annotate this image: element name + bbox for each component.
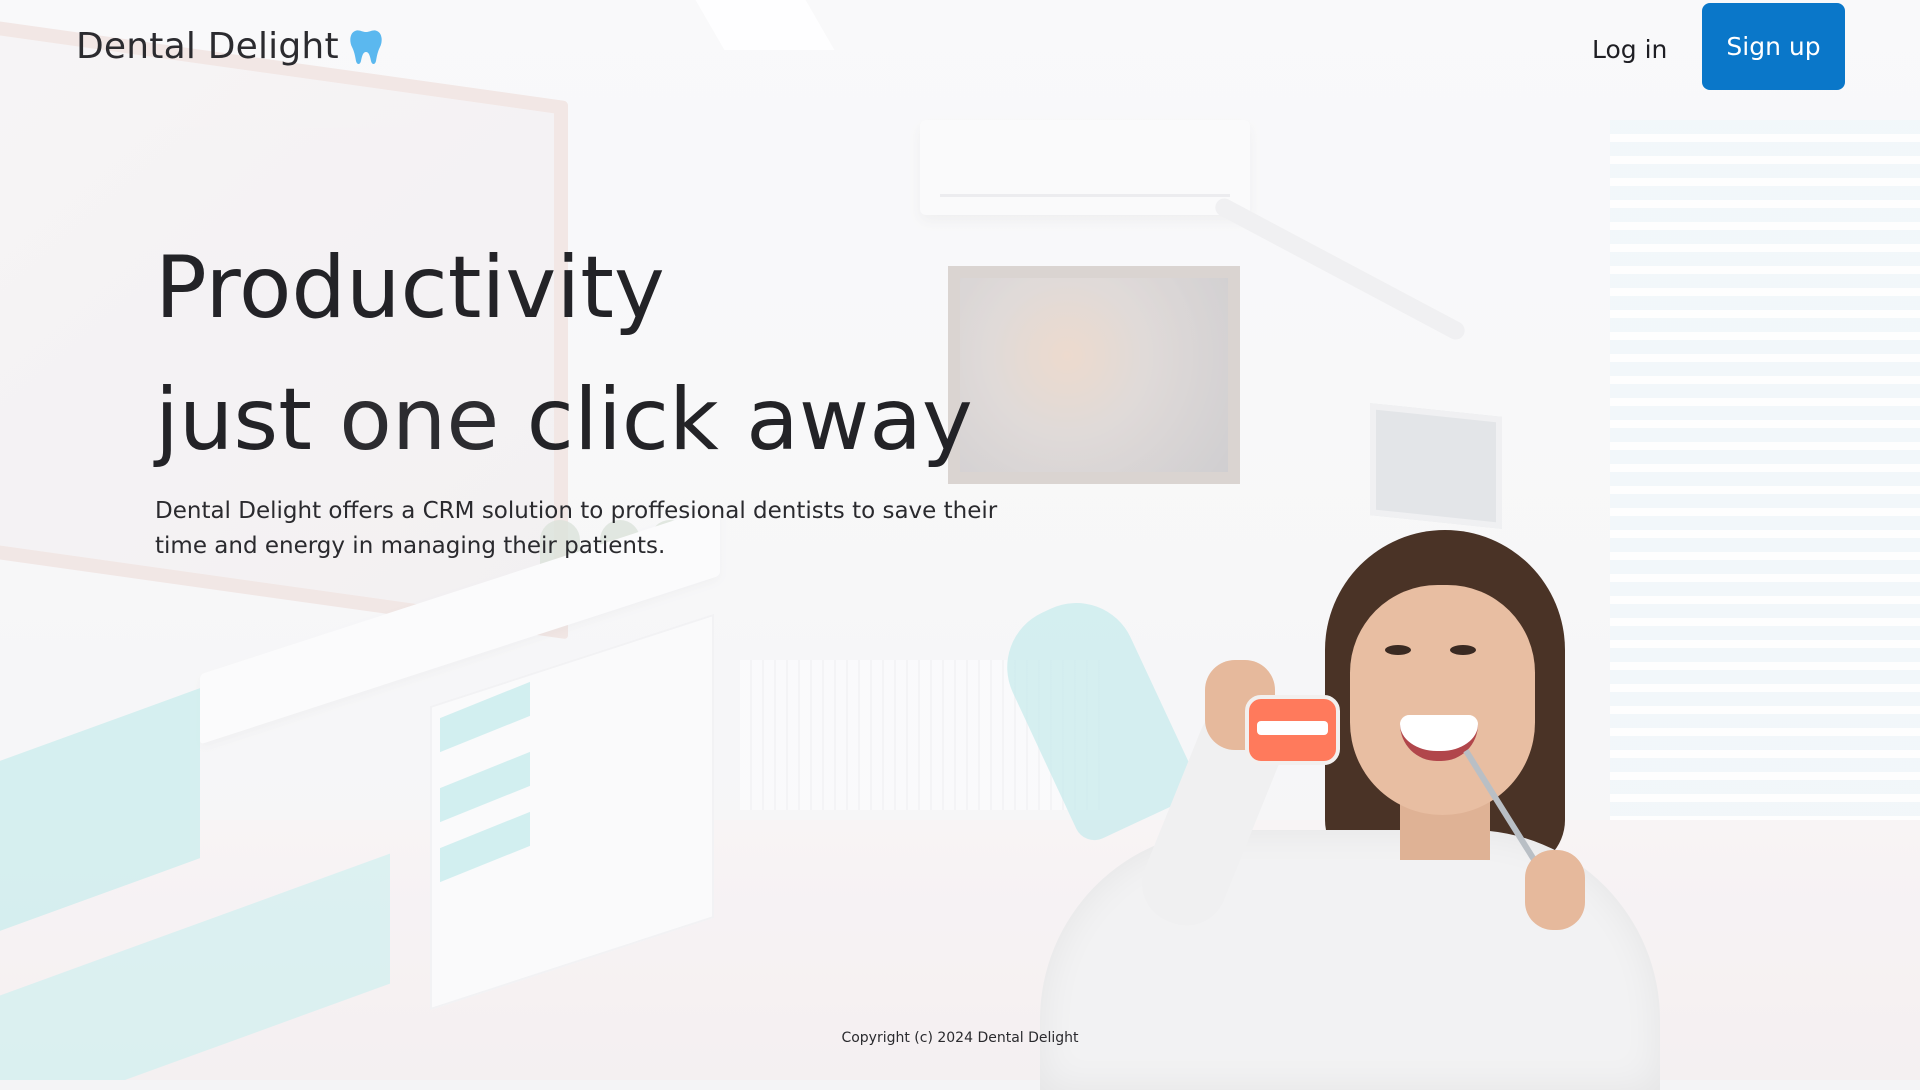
hero-title: Productivity just one click away <box>155 222 1055 486</box>
copyright-text: Copyright (c) 2024 Dental Delight <box>841 1030 1079 1046</box>
hero-description: Dental Delight offers a CRM solution to … <box>155 498 998 559</box>
hero-section: Productivity just one click away Dental … <box>155 222 1055 564</box>
hero-title-click-away: click away <box>526 370 973 470</box>
face <box>1350 585 1535 815</box>
eye <box>1450 645 1476 655</box>
hero-title-line1: Productivity <box>155 238 665 338</box>
dentist-illustration <box>980 530 1700 1090</box>
hero-title-one: one <box>339 370 500 470</box>
brand-logo[interactable]: Dental Delight <box>76 26 383 67</box>
hand <box>1525 850 1585 930</box>
brand-name: Dental Delight <box>76 26 339 67</box>
top-nav: Dental Delight Log in Sign up <box>0 0 1920 92</box>
tooth-icon <box>349 28 383 66</box>
login-button[interactable]: Log in <box>1570 28 1689 70</box>
eye <box>1385 645 1411 655</box>
denture-model <box>1245 695 1340 765</box>
hero-title-just: just <box>155 370 312 470</box>
signup-button[interactable]: Sign up <box>1702 3 1845 90</box>
